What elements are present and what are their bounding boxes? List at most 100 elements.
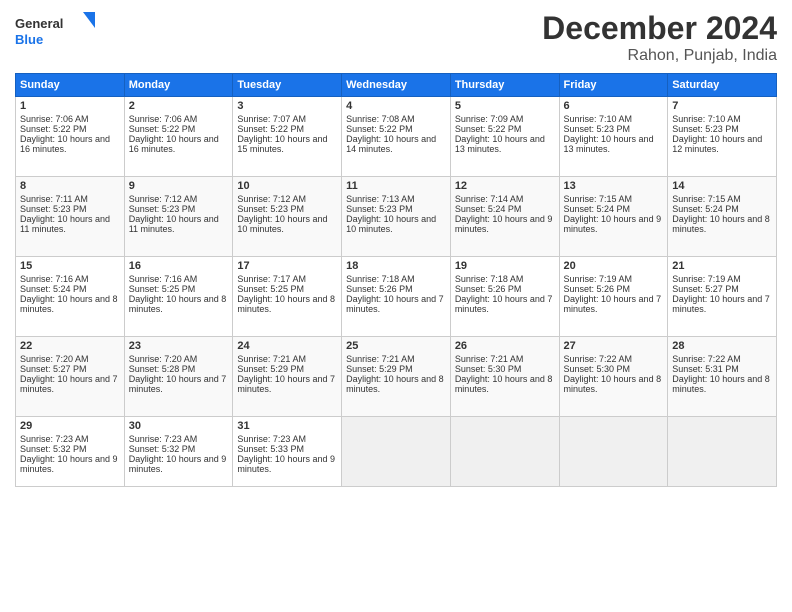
daylight: Daylight: 10 hours and 7 minutes. xyxy=(672,294,770,314)
sunrise: Sunrise: 7:19 AM xyxy=(672,274,741,284)
table-row: 1Sunrise: 7:06 AMSunset: 5:22 PMDaylight… xyxy=(16,97,125,177)
sunrise: Sunrise: 7:15 AM xyxy=(672,194,741,204)
day-number: 22 xyxy=(20,340,120,352)
sunrise: Sunrise: 7:07 AM xyxy=(237,114,306,124)
sunset: Sunset: 5:30 PM xyxy=(455,364,522,374)
day-number: 29 xyxy=(20,420,120,432)
daylight: Daylight: 10 hours and 7 minutes. xyxy=(346,294,444,314)
sunset: Sunset: 5:26 PM xyxy=(346,284,413,294)
col-sunday: Sunday xyxy=(16,74,125,97)
table-row: 11 Sunrise: 7:13 AMSunset: 5:23 PMDayligh… xyxy=(342,177,451,257)
day-number: 1 xyxy=(20,100,120,112)
daylight: Daylight: 10 hours and 8 minutes. xyxy=(564,374,662,394)
table-row: 16Sunrise: 7:16 AMSunset: 5:25 PMDayligh… xyxy=(124,257,233,337)
sunrise: Sunrise: 7:18 AM xyxy=(346,274,415,284)
sunset: Sunset: 5:33 PM xyxy=(237,444,304,454)
table-row: 25Sunrise: 7:21 AMSunset: 5:29 PMDayligh… xyxy=(342,337,451,417)
day-number: 5 xyxy=(455,100,555,112)
day-number: 4 xyxy=(346,100,446,112)
day-number: 23 xyxy=(129,340,229,352)
sunset: Sunset: 5:22 PM xyxy=(20,124,87,134)
sunset: Sunset: 5:29 PM xyxy=(237,364,304,374)
day-number: 25 xyxy=(346,340,446,352)
svg-text:Blue: Blue xyxy=(15,32,43,47)
day-number: 17 xyxy=(237,260,337,272)
table-row: 24Sunrise: 7:21 AMSunset: 5:29 PMDayligh… xyxy=(233,337,342,417)
daylight: Daylight: 10 hours and 11 minutes. xyxy=(20,214,110,234)
calendar-table: Sunday Monday Tuesday Wednesday Thursday… xyxy=(15,73,777,487)
sunrise: Sunrise: 7:21 AM xyxy=(237,354,306,364)
month-title: December 2024 xyxy=(542,10,777,47)
daylight: Daylight: 10 hours and 7 minutes. xyxy=(129,374,227,394)
table-row xyxy=(668,417,777,487)
logo-svg: General Blue xyxy=(15,10,95,55)
table-row: 15Sunrise: 7:16 AMSunset: 5:24 PMDayligh… xyxy=(16,257,125,337)
day-number: 12 xyxy=(455,180,555,192)
sunset: Sunset: 5:23 PM xyxy=(346,204,413,214)
daylight: Daylight: 10 hours and 13 minutes. xyxy=(455,134,545,154)
day-number: 13 xyxy=(564,180,664,192)
daylight: Daylight: 10 hours and 16 minutes. xyxy=(20,134,110,154)
sunrise: Sunrise: 7:12 AM xyxy=(237,194,306,204)
table-row: 6Sunrise: 7:10 AMSunset: 5:23 PMDaylight… xyxy=(559,97,668,177)
table-row: 21Sunrise: 7:19 AMSunset: 5:27 PMDayligh… xyxy=(668,257,777,337)
sunrise: Sunrise: 7:21 AM xyxy=(346,354,415,364)
day-number: 11 xyxy=(346,180,446,192)
sunrise: Sunrise: 7:18 AM xyxy=(455,274,524,284)
sunrise: Sunrise: 7:06 AM xyxy=(129,114,198,124)
title-section: December 2024 Rahon, Punjab, India xyxy=(542,10,777,65)
sunrise: Sunrise: 7:21 AM xyxy=(455,354,524,364)
daylight: Daylight: 10 hours and 10 minutes. xyxy=(346,214,436,234)
col-tuesday: Tuesday xyxy=(233,74,342,97)
sunrise: Sunrise: 7:20 AM xyxy=(20,354,89,364)
table-row: 2Sunrise: 7:06 AMSunset: 5:22 PMDaylight… xyxy=(124,97,233,177)
daylight: Daylight: 10 hours and 8 minutes. xyxy=(346,374,444,394)
col-saturday: Saturday xyxy=(668,74,777,97)
day-number: 31 xyxy=(237,420,337,432)
svg-text:General: General xyxy=(15,16,63,31)
table-row: 9Sunrise: 7:12 AMSunset: 5:23 PMDaylight… xyxy=(124,177,233,257)
daylight: Daylight: 10 hours and 9 minutes. xyxy=(237,454,335,474)
daylight: Daylight: 10 hours and 7 minutes. xyxy=(237,374,335,394)
table-row: 12Sunrise: 7:14 AMSunset: 5:24 PMDayligh… xyxy=(450,177,559,257)
sunset: Sunset: 5:31 PM xyxy=(672,364,739,374)
day-number: 19 xyxy=(455,260,555,272)
sunrise: Sunrise: 7:15 AM xyxy=(564,194,633,204)
table-row xyxy=(342,417,451,487)
sunset: Sunset: 5:24 PM xyxy=(672,204,739,214)
day-number: 30 xyxy=(129,420,229,432)
table-row: 3Sunrise: 7:07 AMSunset: 5:22 PMDaylight… xyxy=(233,97,342,177)
sunset: Sunset: 5:32 PM xyxy=(129,444,196,454)
sunrise: Sunrise: 7:10 AM xyxy=(564,114,633,124)
sunrise: Sunrise: 7:10 AM xyxy=(672,114,741,124)
daylight: Daylight: 10 hours and 9 minutes. xyxy=(564,214,662,234)
sunset: Sunset: 5:24 PM xyxy=(564,204,631,214)
sunset: Sunset: 5:24 PM xyxy=(20,284,87,294)
day-number: 28 xyxy=(672,340,772,352)
daylight: Daylight: 10 hours and 9 minutes. xyxy=(129,454,227,474)
sunrise: Sunrise: 7:22 AM xyxy=(672,354,741,364)
sunset: Sunset: 5:22 PM xyxy=(455,124,522,134)
sunrise: Sunrise: 7:14 AM xyxy=(455,194,524,204)
sunset: Sunset: 5:23 PM xyxy=(237,204,304,214)
sunset: Sunset: 5:25 PM xyxy=(129,284,196,294)
daylight: Daylight: 10 hours and 14 minutes. xyxy=(346,134,436,154)
day-number: 7 xyxy=(672,100,772,112)
day-number: 27 xyxy=(564,340,664,352)
sunrise: Sunrise: 7:20 AM xyxy=(129,354,198,364)
sunset: Sunset: 5:32 PM xyxy=(20,444,87,454)
day-number: 10 xyxy=(237,180,337,192)
sunrise: Sunrise: 7:11 AM xyxy=(20,194,88,204)
sunset: Sunset: 5:30 PM xyxy=(564,364,631,374)
logo: General Blue xyxy=(15,10,95,55)
sunrise: Sunrise: 7:23 AM xyxy=(20,434,89,444)
table-row: 20Sunrise: 7:19 AMSunset: 5:26 PMDayligh… xyxy=(559,257,668,337)
sunrise: Sunrise: 7:13 AM xyxy=(346,194,415,204)
table-row: 19Sunrise: 7:18 AMSunset: 5:26 PMDayligh… xyxy=(450,257,559,337)
header: General Blue December 2024 Rahon, Punjab… xyxy=(15,10,777,65)
sunset: Sunset: 5:23 PM xyxy=(20,204,87,214)
day-number: 21 xyxy=(672,260,772,272)
header-row: Sunday Monday Tuesday Wednesday Thursday… xyxy=(16,74,777,97)
table-row: 30Sunrise: 7:23 AMSunset: 5:32 PMDayligh… xyxy=(124,417,233,487)
sunrise: Sunrise: 7:17 AM xyxy=(237,274,306,284)
